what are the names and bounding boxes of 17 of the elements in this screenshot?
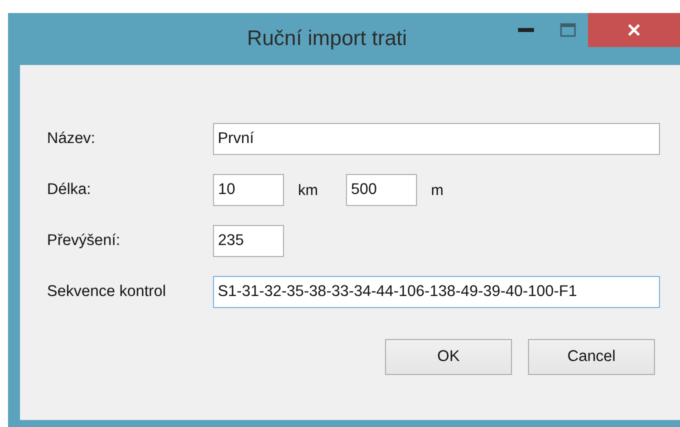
- input-field[interactable]: 500: [346, 174, 417, 206]
- close-button[interactable]: [588, 13, 680, 47]
- field-label: Název:: [47, 130, 96, 148]
- window-title: Ruční import trati: [246, 26, 408, 51]
- close-icon: [627, 23, 641, 37]
- field-label: Délka:: [47, 181, 92, 199]
- input-field[interactable]: 235: [213, 225, 284, 257]
- maximize-icon[interactable]: [560, 23, 576, 37]
- dialog-button[interactable]: Cancel: [528, 339, 655, 375]
- input-field[interactable]: 10: [213, 174, 284, 206]
- unit-label: km: [297, 182, 319, 198]
- field-label: Převýšení:: [47, 232, 122, 250]
- input-field[interactable]: První: [212, 123, 660, 155]
- unit-label: m: [430, 182, 444, 198]
- dialog-button[interactable]: OK: [385, 339, 512, 375]
- input-field[interactable]: S1-31-32-35-38-33-34-44-106-138-49-39-40-100-F1: [212, 276, 660, 308]
- field-label: Sekvence kontrol: [47, 283, 167, 301]
